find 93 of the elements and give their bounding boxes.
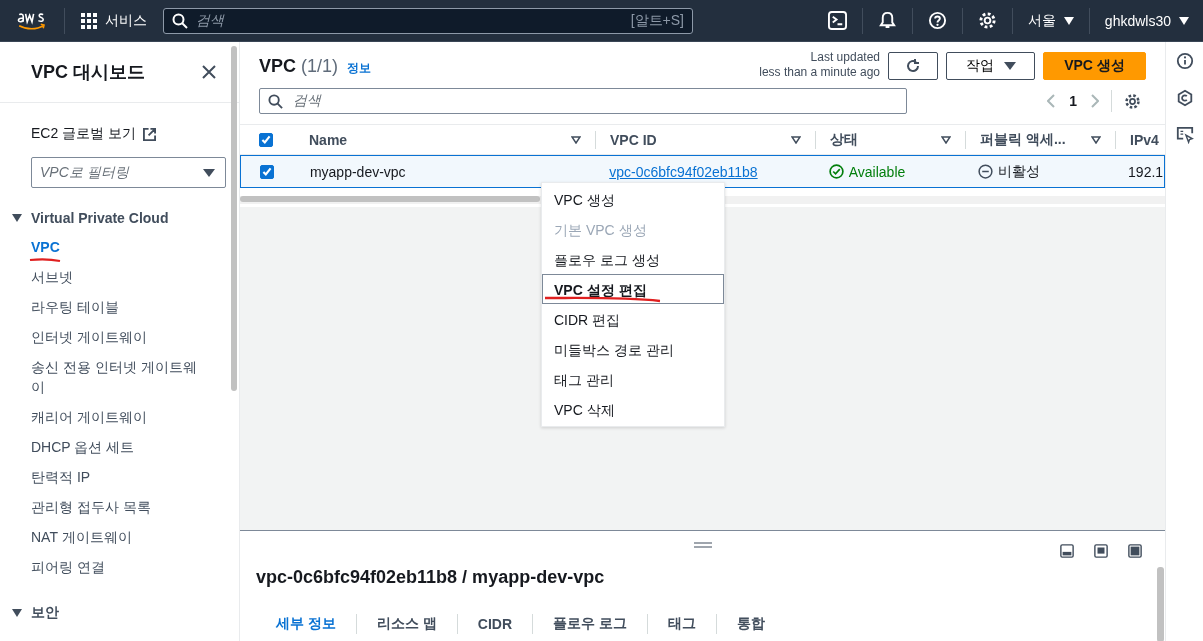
column-header[interactable]: VPC ID <box>610 131 657 148</box>
hexagon-icon[interactable] <box>1175 89 1194 107</box>
sidebar-item[interactable]: 서브넷 <box>31 262 201 292</box>
last-updated-label: Last updated <box>810 50 880 65</box>
account-menu-button[interactable]: ghkdwls30 <box>1104 12 1189 29</box>
caret-icon <box>1003 62 1016 70</box>
panel-layout-icon[interactable] <box>1060 544 1074 558</box>
sidebar-item[interactable]: 관리형 접두사 목록 <box>31 492 201 522</box>
column-header[interactable]: Name <box>309 131 348 148</box>
menu-item[interactable]: VPC 설정 편집 <box>542 274 724 304</box>
page-number[interactable]: 1 <box>1069 93 1077 109</box>
menu-item[interactable]: 태그 관리 <box>542 364 724 394</box>
sidebar-item[interactable]: 인터넷 게이트웨이 <box>31 322 201 352</box>
table-row[interactable]: myapp-dev-vpc vpc-0c6bfc94f02eb11b8 Available 비활성 192.1 <box>240 155 1165 188</box>
search-field[interactable]: 검색 <box>259 88 907 114</box>
panel-title: VPC <box>259 56 296 77</box>
sort-icon[interactable] <box>571 135 581 144</box>
menu-item[interactable]: 플로우 로그 생성 <box>542 244 724 274</box>
sidebar-item[interactable]: DHCP 옵션 세트 <box>31 432 201 462</box>
menu-item[interactable]: VPC 삭제 <box>542 394 724 424</box>
menu-item[interactable]: 미들박스 경로 관리 <box>542 334 724 364</box>
sidebar-item[interactable]: NAT 게이트웨이 <box>31 522 201 552</box>
sidebar-item[interactable]: 송신 전용 인터넷 게이트웨이 <box>31 352 201 402</box>
external-link-icon <box>143 127 156 141</box>
monitor-icon[interactable] <box>1175 126 1194 144</box>
search-icon <box>268 93 283 109</box>
search-icon <box>172 12 188 29</box>
sort-icon[interactable] <box>791 135 801 144</box>
last-updated-value: less than a minute ago <box>759 65 880 80</box>
panel-layout-icon[interactable] <box>1128 544 1142 558</box>
refresh-button[interactable] <box>888 52 938 80</box>
count-text: (1/1) <box>301 56 339 77</box>
info-icon[interactable] <box>1175 52 1194 70</box>
scrollbar-thumb[interactable] <box>231 46 237 391</box>
column-header[interactable]: 퍼블릭 액세... <box>980 130 1066 149</box>
panel-layout-icon[interactable] <box>1094 544 1108 558</box>
sidebar-item[interactable]: 피어링 연결 <box>31 552 201 582</box>
ec2-global-view-link[interactable]: EC2 글로벌 보기 <box>12 125 227 143</box>
table-cell: myapp-dev-vpc <box>309 163 406 180</box>
column-header[interactable]: 상태 <box>830 130 858 149</box>
tab[interactable]: CIDR <box>457 616 532 632</box>
drag-handle-icon[interactable] <box>693 542 712 548</box>
sort-icon[interactable] <box>941 135 951 144</box>
settings-icon[interactable] <box>977 11 997 30</box>
sidebar-item[interactable]: 라우팅 테이블 <box>31 292 201 322</box>
services-menu-button[interactable]: 서비스 <box>81 11 147 30</box>
filter-dropdown[interactable]: VPC로 필터링 <box>31 157 226 188</box>
tab[interactable]: 리소스 맵 <box>356 615 457 633</box>
scrollbar-thumb[interactable] <box>240 196 540 202</box>
sidebar-item[interactable]: 캐리어 게이트웨이 <box>31 402 201 432</box>
actions-button[interactable]: 작업 <box>946 52 1035 80</box>
info-link[interactable]: 정보 <box>347 60 372 77</box>
refresh-icon <box>905 58 921 74</box>
caret-icon <box>12 609 22 617</box>
scrollbar-thumb[interactable] <box>1157 567 1164 641</box>
sidebar-title: VPC 대시보드 <box>31 61 145 84</box>
sidebar-item[interactable]: VPC <box>31 232 201 262</box>
filter-placeholder: VPC로 필터링 <box>40 163 129 182</box>
grid-icon <box>81 12 97 29</box>
help-icon[interactable] <box>927 11 947 30</box>
check-circle-icon <box>828 164 844 179</box>
table-cell: 192.1 <box>1128 163 1164 180</box>
sidebar-item[interactable]: 탄력적 IP <box>31 462 201 492</box>
section-header[interactable]: Virtual Private Cloud <box>12 210 227 226</box>
caret-icon <box>203 168 215 177</box>
table-cell: 비활성 <box>998 162 1041 181</box>
close-icon[interactable] <box>201 64 217 80</box>
section-header[interactable]: 보안 <box>12 604 227 622</box>
detail-title: vpc-0c6bfc94f02eb11b8 / myapp-dev-vpc <box>256 567 606 588</box>
menu-item[interactable]: CIDR 편집 <box>542 304 724 334</box>
status-text: Available <box>848 163 906 180</box>
shortcut-hint: [알트+S] <box>630 11 684 30</box>
tab[interactable]: 태그 <box>647 615 716 633</box>
search-field[interactable]: 검색 [알트+S] <box>163 7 693 34</box>
region-menu-button[interactable]: 서울 <box>1027 11 1074 30</box>
vpc-id-link[interactable]: vpc-0c6bfc94f02eb11b8 <box>609 163 758 180</box>
minus-circle-icon <box>978 164 994 179</box>
caret-icon <box>1179 16 1189 25</box>
terminal-icon[interactable] <box>827 11 847 30</box>
sort-icon[interactable] <box>1091 135 1101 144</box>
tab[interactable]: 세부 정보 <box>256 615 356 633</box>
checkbox[interactable] <box>259 132 273 147</box>
search-placeholder: 검색 <box>196 11 226 30</box>
bell-icon[interactable] <box>877 11 897 30</box>
search-placeholder: 검색 <box>293 92 323 110</box>
tab[interactable]: 통합 <box>716 615 785 633</box>
settings-icon[interactable] <box>1124 92 1141 110</box>
caret-icon <box>1063 16 1074 25</box>
caret-icon <box>12 214 22 222</box>
tab[interactable]: 플로우 로그 <box>533 615 647 633</box>
checkbox[interactable] <box>260 164 274 179</box>
create-vpc-button[interactable]: VPC 생성 <box>1043 52 1146 80</box>
column-header[interactable]: IPv4 <box>1130 131 1159 148</box>
